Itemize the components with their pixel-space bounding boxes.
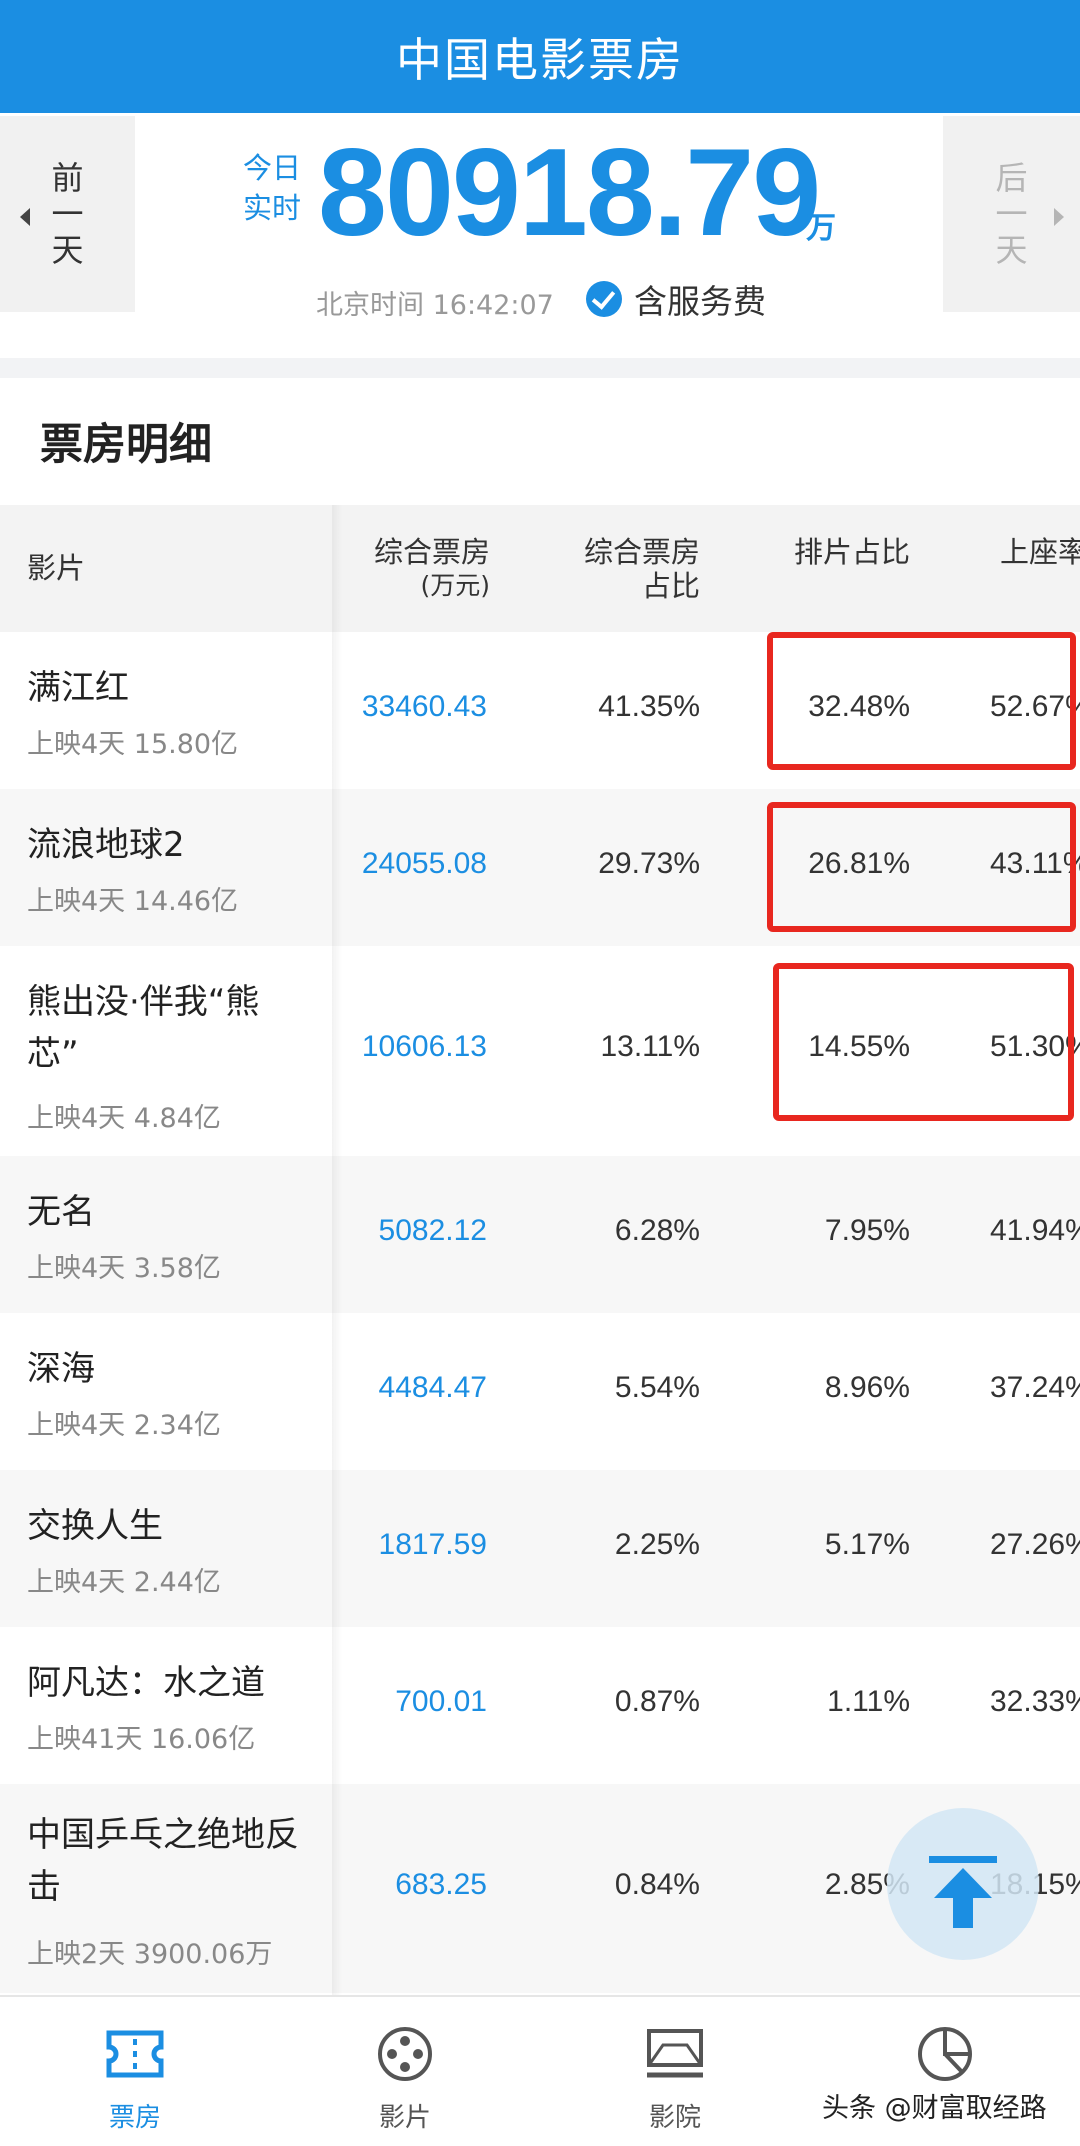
header-film[interactable]: 影片 (27, 551, 85, 585)
highlight-box (767, 632, 1076, 770)
header-gross[interactable]: 综合票房 (万元) (340, 535, 490, 603)
header-gross-label: 综合票房 (373, 535, 490, 569)
tab-label: 影院 (648, 2103, 701, 2133)
film-name: 满江红 (27, 668, 129, 708)
gross-value: 1817.59 (378, 1528, 487, 1561)
seat-value: 32.33% (990, 1685, 1080, 1718)
gross-value: 5082.12 (378, 1214, 487, 1247)
back-to-top-button[interactable] (887, 1808, 1039, 1960)
next-day-button[interactable]: 后一天 (943, 116, 1080, 312)
share-value: 13.11% (600, 1030, 700, 1063)
column-shadow (332, 505, 342, 1995)
film-meta: 上映41天 16.06亿 (27, 1724, 256, 1755)
watermark: 头条 @财富取经路 (822, 2093, 1047, 2124)
film-meta: 上映4天 15.80亿 (27, 729, 239, 760)
share-value: 0.87% (614, 1685, 700, 1718)
header-share[interactable]: 综合票房占比 (560, 535, 700, 603)
prev-day-button[interactable]: 前一天 (0, 116, 135, 312)
film-meta: 上映4天 4.84亿 (27, 1103, 221, 1134)
page-title: 中国电影票房 (396, 32, 684, 87)
film-name: 阿凡达：水之道 (27, 1663, 265, 1703)
section-title: 票房明细 (40, 420, 212, 470)
tab-label: 影片 (378, 2103, 431, 2133)
gross-value: 4484.47 (378, 1371, 487, 1404)
table-row[interactable]: 阿凡达：水之道 上映41天 16.06亿 700.01 0.87% 1.11% … (0, 1627, 1080, 1784)
schedule-value: 1.11% (827, 1685, 910, 1718)
film-name: 熊出没·伴我“熊芯” (27, 982, 260, 1074)
seat-value: 41.94% (990, 1214, 1080, 1247)
prev-day-label: 前一天 (51, 159, 84, 269)
tab-films[interactable]: 影片 (270, 1997, 540, 2146)
schedule-value: 7.95% (824, 1214, 910, 1247)
film-reel-icon (378, 2027, 432, 2081)
ticket-icon (106, 2030, 164, 2078)
cinema-icon (647, 2029, 703, 2078)
chevron-left-icon (20, 208, 30, 226)
header-seat[interactable]: 上座率 (1000, 535, 1080, 569)
app-header: 中国电影票房 (0, 0, 1080, 113)
chevron-right-icon (1054, 208, 1064, 226)
gross-value: 10606.13 (361, 1030, 487, 1063)
tab-label: 票房 (108, 2103, 161, 2133)
film-meta: 上映4天 14.46亿 (27, 886, 239, 917)
gross-value: 700.01 (395, 1685, 487, 1718)
share-value: 0.84% (614, 1868, 700, 1901)
film-name: 交换人生 (27, 1506, 163, 1546)
gross-value: 24055.08 (361, 847, 487, 880)
section-divider (0, 358, 1080, 378)
highlight-box (773, 963, 1074, 1121)
today-realtime-label: 今日实时 (242, 151, 301, 225)
service-fee-label: 含服务费 (634, 282, 766, 321)
header-schedule[interactable]: 排片占比 (780, 535, 910, 569)
box-office-summary: 前一天 今日实时 80918.79 万 北京时间 16:42:07 含服务费 后… (0, 113, 1080, 358)
tab-box-office[interactable]: 票房 (0, 1997, 270, 2146)
gross-value: 33460.43 (361, 690, 487, 723)
table-row[interactable]: 交换人生 上映4天 2.44亿 1817.59 2.25% 5.17% 27.2… (0, 1470, 1080, 1627)
back-to-top-icon (929, 1856, 997, 1863)
share-value: 2.25% (614, 1528, 700, 1561)
share-value: 5.54% (614, 1371, 700, 1404)
table-row[interactable]: 无名 上映4天 3.58亿 5082.12 6.28% 7.95% 41.94% (0, 1156, 1080, 1313)
film-name: 流浪地球2 (27, 825, 185, 865)
share-value: 6.28% (614, 1214, 700, 1247)
next-day-label: 后一天 (995, 159, 1028, 269)
service-fee-toggle[interactable]: 含服务费 (586, 275, 766, 323)
seat-value: 27.26% (990, 1528, 1080, 1561)
gross-value: 683.25 (395, 1868, 487, 1901)
header-gross-unit: (万元) (420, 571, 490, 600)
share-value: 29.73% (598, 847, 700, 880)
table-row[interactable]: 深海 上映4天 2.34亿 4484.47 5.54% 8.96% 37.24% (0, 1313, 1080, 1470)
film-meta: 上映4天 3.58亿 (27, 1253, 221, 1284)
schedule-value: 5.17% (824, 1528, 910, 1561)
check-icon (586, 281, 622, 317)
film-meta: 上映4天 2.34亿 (27, 1410, 221, 1441)
pie-chart-icon (918, 2027, 972, 2081)
total-unit: 万 (806, 211, 836, 246)
beijing-time: 北京时间 16:42:07 (316, 290, 554, 321)
total-box-office: 80918.79 (318, 124, 821, 262)
tab-cinemas[interactable]: 影院 (540, 1997, 810, 2146)
film-name: 无名 (27, 1192, 95, 1232)
film-name: 深海 (27, 1349, 95, 1389)
film-name: 中国乒乓之绝地反击 (27, 1815, 299, 1907)
film-meta: 上映4天 2.44亿 (27, 1567, 221, 1598)
share-value: 41.35% (598, 690, 700, 723)
table-header: 影片 综合票房 (万元) 综合票房占比 排片占比 上座率 (0, 505, 1080, 632)
seat-value: 37.24% (990, 1371, 1080, 1404)
schedule-value: 8.96% (824, 1371, 910, 1404)
film-meta: 上映2天 3900.06万 (27, 1939, 273, 1970)
highlight-box (767, 802, 1076, 932)
